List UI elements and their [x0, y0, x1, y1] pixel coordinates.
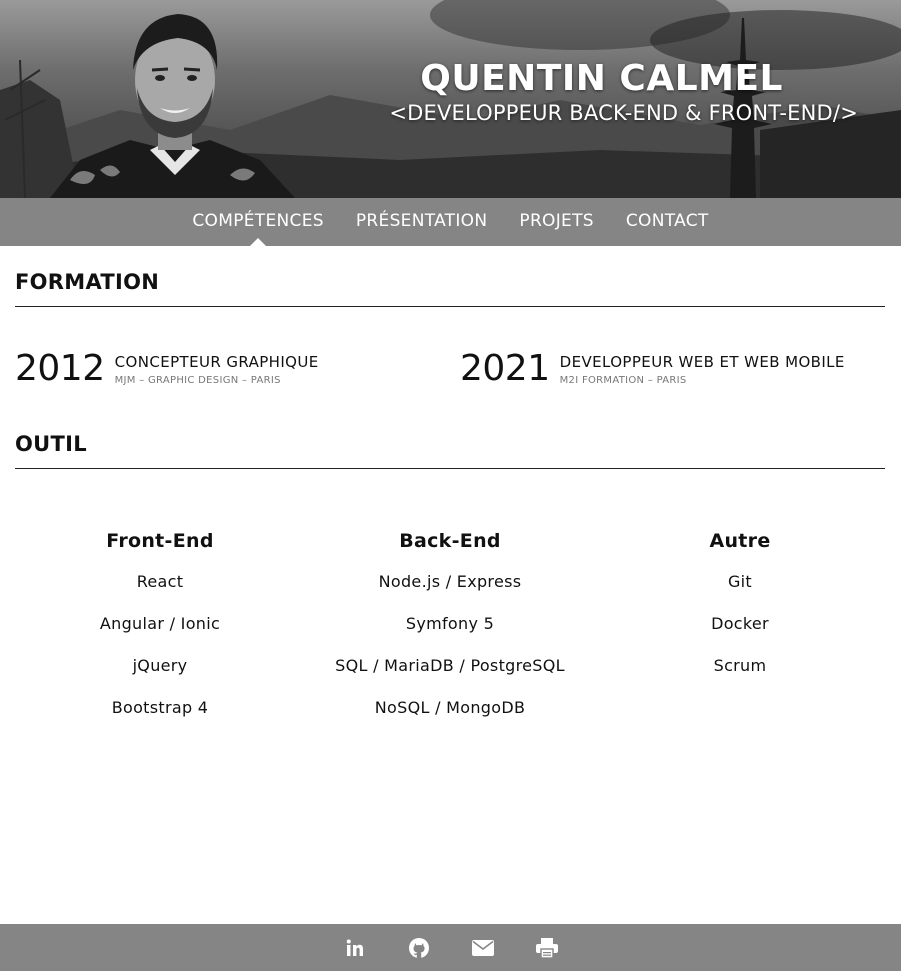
tool-column-autre: Autre Git Docker Scrum [595, 530, 885, 737]
tool-item: Angular / Ionic [99, 614, 221, 633]
tool-item: Symfony 5 [405, 614, 495, 633]
tool-item: Bootstrap 4 [111, 698, 209, 717]
tool-item: React [136, 572, 184, 591]
tools-grid: Front-End React Angular / Ionic jQuery B… [15, 530, 885, 737]
nav-item-competences[interactable]: COMPÉTENCES [192, 198, 324, 246]
tool-column-heading: Back-End [399, 530, 501, 552]
nav-item-projets[interactable]: PROJETS [519, 198, 593, 246]
formation-item: 2021 DEVELOPPEUR WEB ET WEB MOBILE M2I F… [460, 350, 845, 388]
formation-year: 2021 [460, 348, 550, 389]
profile-photo [50, 14, 295, 198]
person-role: <DEVELOPPEUR BACK-END & FRONT-END/> [389, 101, 858, 125]
nav-item-contact[interactable]: CONTACT [626, 198, 709, 246]
formation-subtitle: MJM – GRAPHIC DESIGN – PARIS [114, 375, 281, 386]
tool-item: Docker [711, 614, 769, 633]
print-icon[interactable] [535, 936, 559, 960]
tool-item: SQL / MariaDB / PostgreSQL [335, 656, 565, 675]
nav-item-presentation[interactable]: PRÉSENTATION [356, 198, 488, 246]
formation-title: DEVELOPPEUR WEB ET WEB MOBILE [559, 353, 845, 371]
footer-bar [0, 924, 901, 971]
person-name: QUENTIN CALMEL [420, 58, 783, 99]
formation-list: 2012 CONCEPTEUR GRAPHIQUE MJM – GRAPHIC … [15, 350, 885, 395]
formation-subtitle: M2I FORMATION – PARIS [559, 375, 687, 386]
linkedin-icon[interactable] [343, 936, 367, 960]
header-title-block: QUENTIN CALMEL <DEVELOPPEUR BACK-END & F… [389, 58, 858, 125]
tool-item: NoSQL / MongoDB [374, 698, 526, 717]
formation-item: 2012 CONCEPTEUR GRAPHIQUE MJM – GRAPHIC … [15, 350, 319, 388]
github-icon[interactable] [407, 936, 431, 960]
header-banner: QUENTIN CALMEL <DEVELOPPEUR BACK-END & F… [0, 0, 901, 198]
formation-year: 2012 [15, 348, 105, 389]
formation-title: CONCEPTEUR GRAPHIQUE [114, 353, 319, 371]
tool-column-back-end: Back-End Node.js / Express Symfony 5 SQL… [305, 530, 595, 737]
tool-column-heading: Front-End [106, 530, 214, 552]
tool-column-heading: Autre [709, 530, 771, 552]
main-nav: COMPÉTENCES PRÉSENTATION PROJETS CONTACT [0, 198, 901, 246]
tool-item: Node.js / Express [378, 572, 522, 591]
tool-column-front-end: Front-End React Angular / Ionic jQuery B… [15, 530, 305, 737]
tool-item: Git [727, 572, 753, 591]
tool-item: jQuery [132, 656, 188, 675]
email-icon[interactable] [471, 936, 495, 960]
section-title-outil: OUTIL [15, 432, 885, 469]
tool-item: Scrum [713, 656, 767, 675]
section-title-formation: FORMATION [15, 270, 885, 307]
